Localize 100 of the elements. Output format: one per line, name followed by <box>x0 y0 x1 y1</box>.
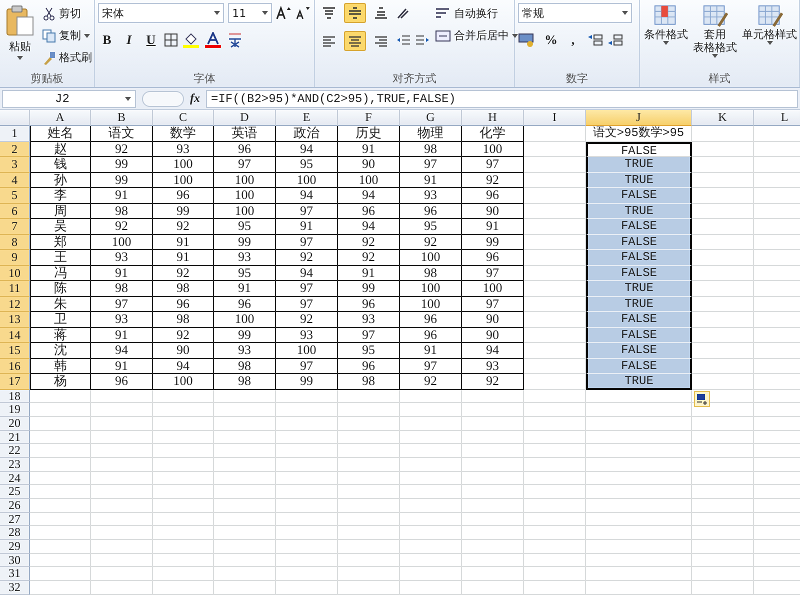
row-header[interactable]: 10 <box>0 266 30 281</box>
row-header[interactable]: 4 <box>0 172 30 188</box>
percent-button[interactable]: % <box>542 31 560 49</box>
row-header[interactable]: 9 <box>0 250 30 266</box>
number-format-dropdown[interactable]: 常规 <box>518 3 632 23</box>
row-header[interactable]: 11 <box>0 281 30 296</box>
conditional-format-button[interactable]: 条件格式 <box>643 3 689 72</box>
font-size-dropdown[interactable]: 11 <box>228 3 272 23</box>
grow-font-icon[interactable] <box>276 6 292 20</box>
empty-cell <box>338 540 400 554</box>
row-header[interactable]: 3 <box>0 157 30 172</box>
column-header[interactable]: K <box>692 110 754 126</box>
empty-cell <box>214 567 276 582</box>
empty-cell <box>214 430 276 444</box>
column-header[interactable]: F <box>338 110 400 126</box>
row-header[interactable]: 31 <box>0 567 30 582</box>
insert-function-button[interactable]: fx <box>190 91 200 106</box>
row-header[interactable]: 15 <box>0 343 30 358</box>
formula-field[interactable]: =IF((B2>95)*AND(C2>95),TRUE,FALSE) <box>206 90 798 108</box>
paste-options-icon[interactable] <box>694 391 710 407</box>
empty-cell <box>276 581 338 595</box>
row-header[interactable]: 30 <box>0 554 30 568</box>
row-header[interactable]: 12 <box>0 296 30 312</box>
row-header[interactable]: 28 <box>0 526 30 540</box>
row-header[interactable]: 20 <box>0 416 30 431</box>
empty-cell <box>338 485 400 499</box>
row-header[interactable]: 22 <box>0 444 30 458</box>
table-format-button[interactable]: 套用 表格格式 <box>692 3 738 72</box>
column-header[interactable]: L <box>754 110 800 126</box>
row-header[interactable]: 25 <box>0 485 30 499</box>
row-header[interactable]: 21 <box>0 430 30 444</box>
copy-button[interactable]: 复制 <box>40 25 94 46</box>
column-header[interactable]: I <box>524 110 586 126</box>
row-header[interactable]: 2 <box>0 142 30 157</box>
column-header[interactable]: E <box>276 110 338 126</box>
empty-cell <box>338 444 400 458</box>
underline-button[interactable]: U <box>142 31 160 49</box>
row-header[interactable]: 6 <box>0 204 30 219</box>
merge-center-button[interactable]: 合并后居中 <box>433 25 520 46</box>
borders-icon[interactable] <box>164 33 178 47</box>
row-header[interactable]: 17 <box>0 374 30 390</box>
empty-cell <box>91 444 153 458</box>
row-header[interactable]: 26 <box>0 499 30 513</box>
caret-icon <box>512 34 518 38</box>
empty-cell <box>214 581 276 595</box>
italic-button[interactable]: I <box>120 31 138 49</box>
name-box[interactable]: J2 <box>2 90 136 108</box>
splitter-handle[interactable] <box>142 90 184 106</box>
format-painter-button[interactable]: 格式刷 <box>40 47 94 68</box>
empty-cell <box>692 581 754 595</box>
font-color-icon[interactable] <box>204 32 222 48</box>
column-header[interactable]: A <box>30 110 91 126</box>
column-header[interactable]: J <box>586 110 692 126</box>
row-header[interactable]: 5 <box>0 188 30 204</box>
comma-button[interactable]: , <box>564 31 582 49</box>
row-header[interactable]: 32 <box>0 581 30 595</box>
column-header[interactable]: G <box>400 110 462 126</box>
row-header[interactable]: 24 <box>0 472 30 486</box>
row-header[interactable]: 23 <box>0 458 30 472</box>
row-header[interactable]: 19 <box>0 403 30 417</box>
row-header[interactable]: 1 <box>0 126 30 142</box>
font-name-dropdown[interactable]: 宋体 <box>98 3 224 23</box>
vertical-align-button[interactable] <box>344 3 366 23</box>
horizontal-align-button[interactable] <box>344 31 366 51</box>
column-header[interactable]: B <box>91 110 153 126</box>
row-header[interactable]: 29 <box>0 540 30 554</box>
table-cell: 97 <box>462 157 524 172</box>
table-cell: 91 <box>91 188 153 204</box>
table-cell: 91 <box>91 328 153 343</box>
bold-button[interactable]: B <box>98 31 116 49</box>
table-cell: 92 <box>462 374 524 390</box>
table-cell: 99 <box>276 374 338 390</box>
table-cell: 93 <box>91 250 153 266</box>
table-grid-icon <box>702 4 728 28</box>
column-header[interactable]: D <box>214 110 276 126</box>
phonetic-icon[interactable] <box>226 32 244 48</box>
cut-button[interactable]: 剪切 <box>40 3 94 24</box>
empty-cell <box>692 416 754 431</box>
empty-cell <box>276 472 338 486</box>
column-header[interactable]: C <box>153 110 214 126</box>
shrink-font-icon[interactable] <box>295 6 311 20</box>
table-cell: 90 <box>462 312 524 328</box>
caret-icon <box>262 11 268 15</box>
row-header[interactable]: 16 <box>0 358 30 374</box>
empty-cell <box>153 416 214 431</box>
empty-cell <box>214 416 276 431</box>
row-header[interactable]: 14 <box>0 328 30 343</box>
row-header[interactable]: 13 <box>0 312 30 328</box>
cell-styles-button[interactable]: 单元格样式 <box>741 3 798 72</box>
empty-cell <box>338 499 400 513</box>
row-header[interactable]: 18 <box>0 390 30 404</box>
paste-button[interactable]: 粘贴 <box>3 3 37 72</box>
column-header[interactable]: H <box>462 110 524 126</box>
fill-color-icon[interactable] <box>182 32 200 48</box>
wrap-text-button[interactable]: 自动换行 <box>433 3 520 24</box>
empty-cell <box>692 472 754 486</box>
row-header[interactable]: 7 <box>0 219 30 234</box>
row-header[interactable]: 8 <box>0 234 30 250</box>
row-header[interactable]: 27 <box>0 512 30 526</box>
table-cell: FALSE <box>586 234 692 250</box>
